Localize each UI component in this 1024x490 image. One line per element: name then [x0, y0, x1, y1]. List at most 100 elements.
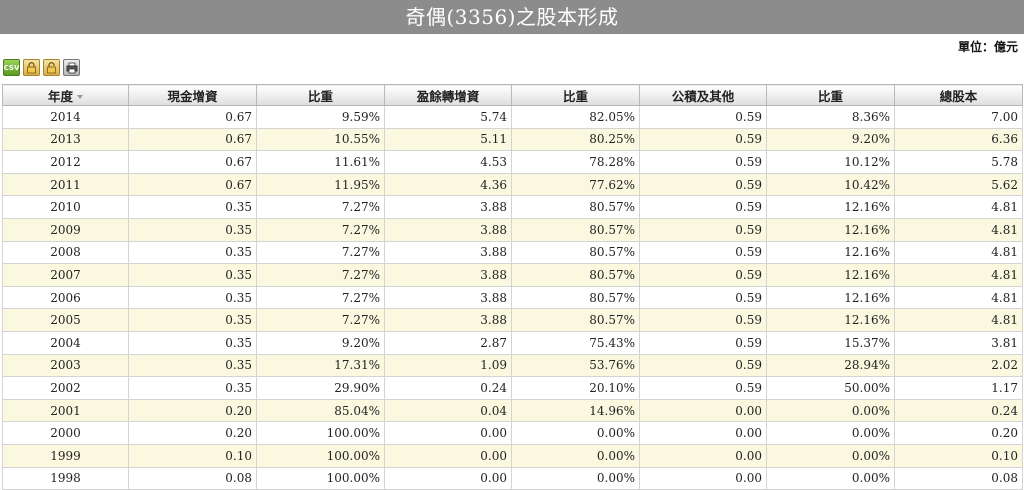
toolbar: CSV: [3, 59, 80, 77]
cell-earnings-capital: 4.53: [384, 150, 512, 174]
cell-cash-ratio: 100.00%: [256, 443, 385, 468]
column-header-earnings-capital[interactable]: 盈餘轉增資: [384, 84, 512, 106]
lock-button[interactable]: [23, 59, 40, 76]
cell-reserve-ratio: 0.00%: [766, 421, 895, 445]
cell-earnings-ratio: 80.57%: [511, 240, 640, 265]
cell-total-capital: 5.62: [894, 172, 1023, 197]
cell-reserve-other: 0.59: [639, 127, 767, 152]
cell-year: 2008: [2, 240, 129, 265]
column-header-cash-ratio[interactable]: 比重: [256, 84, 385, 106]
table-row: 2011 0.67 11.95% 4.36 77.62% 0.59 10.42% 5.62: [2, 172, 1023, 197]
cell-earnings-ratio: 80.57%: [511, 308, 640, 332]
cell-cash-ratio: 7.27%: [256, 240, 385, 265]
table-row: 1999 0.10 100.00% 0.00 0.00% 0.00 0.00% 0.10: [2, 443, 1023, 468]
cell-year: 2005: [2, 308, 129, 332]
cell-cash-capital: 0.35: [128, 308, 257, 332]
cell-cash-ratio: 7.27%: [256, 195, 385, 219]
cell-reserve-other: 0.59: [639, 330, 767, 355]
cell-total-capital: 0.24: [894, 398, 1023, 423]
cell-earnings-capital: 3.88: [384, 195, 512, 219]
sort-arrow-icon: [77, 95, 83, 99]
cell-earnings-ratio: 80.25%: [511, 127, 640, 152]
table-row: 2008 0.35 7.27% 3.88 80.57% 0.59 12.16% 4.81: [2, 240, 1023, 265]
cell-earnings-ratio: 20.10%: [511, 376, 640, 400]
cell-reserve-other: 0.00: [639, 443, 767, 468]
page-title: 奇偶(3356)之股本形成: [0, 0, 1024, 34]
header-row: 年度 現金增資 比重 盈餘轉增資 比重 公積及其他 比重 總股本: [2, 84, 1023, 106]
unlock-button[interactable]: [43, 59, 60, 76]
cell-reserve-other: 0.00: [639, 466, 767, 490]
column-header-label: 年度: [47, 88, 73, 104]
cell-year: 2011: [2, 172, 129, 197]
cell-earnings-capital: 0.04: [384, 398, 512, 423]
cell-cash-capital: 0.10: [128, 443, 257, 468]
cell-reserve-other: 0.59: [639, 105, 767, 129]
column-header-earnings-ratio[interactable]: 比重: [511, 84, 640, 106]
cell-cash-capital: 0.20: [128, 421, 257, 445]
cell-reserve-other: 0.59: [639, 353, 767, 378]
cell-earnings-ratio: 80.57%: [511, 195, 640, 219]
cell-cash-ratio: 9.20%: [256, 330, 385, 355]
cell-earnings-capital: 3.88: [384, 240, 512, 265]
cell-reserve-ratio: 12.16%: [766, 308, 895, 332]
cell-cash-capital: 0.35: [128, 285, 257, 310]
cell-year: 2004: [2, 330, 129, 355]
column-header-reserve-ratio[interactable]: 比重: [766, 84, 895, 106]
cell-year: 2001: [2, 398, 129, 423]
cell-earnings-capital: 0.00: [384, 443, 512, 468]
column-header-total-capital[interactable]: 總股本: [894, 84, 1023, 106]
cell-reserve-ratio: 15.37%: [766, 330, 895, 355]
table-row: 2014 0.67 9.59% 5.74 82.05% 0.59 8.36% 7.00: [2, 105, 1023, 129]
cell-earnings-capital: 3.88: [384, 217, 512, 242]
cell-cash-capital: 0.35: [128, 263, 257, 287]
cell-earnings-ratio: 53.76%: [511, 353, 640, 378]
cell-total-capital: 4.81: [894, 285, 1023, 310]
cell-cash-capital: 0.35: [128, 376, 257, 400]
cell-earnings-ratio: 0.00%: [511, 421, 640, 445]
cell-cash-capital: 0.67: [128, 127, 257, 152]
column-header-cash-capital[interactable]: 現金增資: [128, 84, 257, 106]
cell-year: 2013: [2, 127, 129, 152]
cell-year: 2000: [2, 421, 129, 445]
cell-year: 2007: [2, 263, 129, 287]
cell-earnings-capital: 4.36: [384, 172, 512, 197]
cell-total-capital: 4.81: [894, 308, 1023, 332]
cell-cash-capital: 0.67: [128, 105, 257, 129]
table-row: 2000 0.20 100.00% 0.00 0.00% 0.00 0.00% 0.20: [2, 421, 1023, 445]
cell-reserve-ratio: 0.00%: [766, 466, 895, 490]
cell-year: 2003: [2, 353, 129, 378]
cell-earnings-capital: 2.87: [384, 330, 512, 355]
cell-earnings-capital: 1.09: [384, 353, 512, 378]
table-row: 2010 0.35 7.27% 3.88 80.57% 0.59 12.16% 4.81: [2, 195, 1023, 219]
cell-reserve-other: 0.59: [639, 376, 767, 400]
cell-earnings-ratio: 75.43%: [511, 330, 640, 355]
print-button[interactable]: [63, 59, 80, 76]
cell-reserve-ratio: 10.42%: [766, 172, 895, 197]
cell-earnings-ratio: 78.28%: [511, 150, 640, 174]
cell-total-capital: 0.08: [894, 466, 1023, 490]
column-header-year[interactable]: 年度: [2, 84, 129, 106]
cell-cash-ratio: 10.55%: [256, 127, 385, 152]
cell-earnings-ratio: 0.00%: [511, 443, 640, 468]
cell-total-capital: 4.81: [894, 217, 1023, 242]
printer-icon: [66, 62, 77, 73]
cell-earnings-capital: 0.24: [384, 376, 512, 400]
cell-reserve-ratio: 50.00%: [766, 376, 895, 400]
cell-earnings-ratio: 80.57%: [511, 263, 640, 287]
cell-total-capital: 4.81: [894, 240, 1023, 265]
cell-year: 2006: [2, 285, 129, 310]
csv-export-button[interactable]: CSV: [3, 59, 20, 76]
cell-cash-ratio: 7.27%: [256, 308, 385, 332]
cell-reserve-other: 0.00: [639, 398, 767, 423]
cell-earnings-ratio: 80.57%: [511, 217, 640, 242]
cell-reserve-other: 0.00: [639, 421, 767, 445]
table-row: 2006 0.35 7.27% 3.88 80.57% 0.59 12.16% 4.81: [2, 285, 1023, 310]
cell-cash-ratio: 29.90%: [256, 376, 385, 400]
column-header-reserve-other[interactable]: 公積及其他: [639, 84, 767, 106]
table-row: 2003 0.35 17.31% 1.09 53.76% 0.59 28.94% 2.02: [2, 353, 1023, 378]
cell-earnings-capital: 3.88: [384, 263, 512, 287]
cell-reserve-other: 0.59: [639, 308, 767, 332]
cell-total-capital: 1.17: [894, 376, 1023, 400]
cell-year: 2010: [2, 195, 129, 219]
cell-reserve-other: 0.59: [639, 195, 767, 219]
